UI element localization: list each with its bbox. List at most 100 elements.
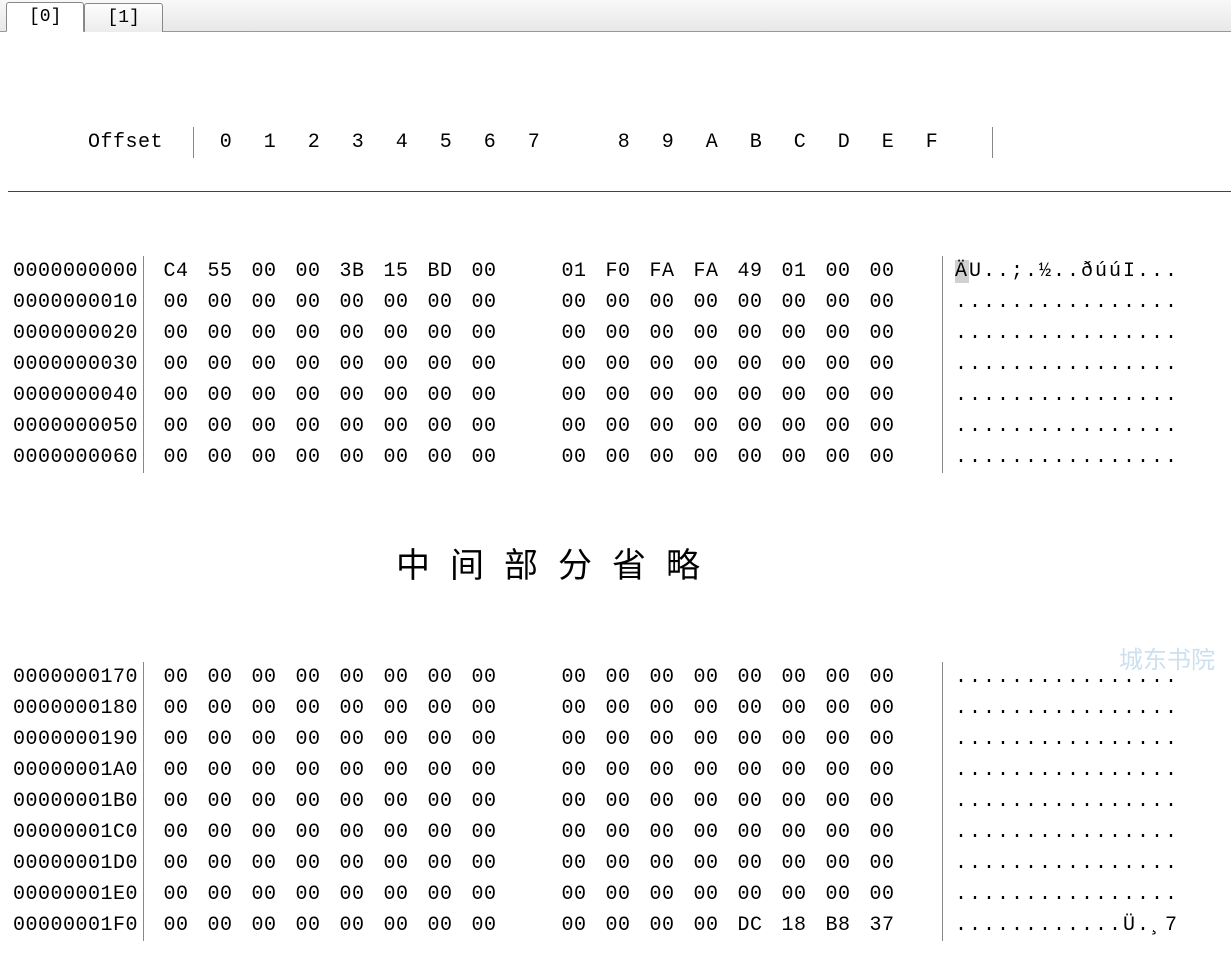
hex-byte[interactable]: 00 (816, 442, 860, 473)
hex-byte[interactable]: 00 (330, 817, 374, 848)
hex-byte[interactable]: 55 (198, 256, 242, 287)
hex-byte[interactable]: 00 (198, 318, 242, 349)
hex-byte[interactable]: 00 (860, 693, 904, 724)
hex-byte[interactable]: 00 (286, 693, 330, 724)
hex-byte[interactable]: 00 (640, 662, 684, 693)
hex-byte[interactable]: 00 (418, 349, 462, 380)
hex-byte[interactable]: 00 (154, 287, 198, 318)
hex-byte[interactable]: 00 (552, 442, 596, 473)
hex-byte[interactable]: FA (640, 256, 684, 287)
hex-byte[interactable]: 00 (640, 848, 684, 879)
hex-byte[interactable]: 00 (640, 411, 684, 442)
ascii-value[interactable]: ................ (943, 786, 1179, 817)
hex-byte[interactable]: 00 (596, 910, 640, 941)
hex-byte[interactable]: 00 (860, 662, 904, 693)
hex-byte[interactable]: 00 (596, 662, 640, 693)
hex-byte[interactable]: 00 (286, 349, 330, 380)
hex-byte[interactable]: 00 (684, 411, 728, 442)
hex-byte[interactable]: 00 (418, 755, 462, 786)
hex-byte[interactable]: 00 (640, 755, 684, 786)
hex-byte[interactable]: 00 (816, 879, 860, 910)
hex-byte[interactable]: 00 (552, 318, 596, 349)
hex-byte[interactable]: 18 (772, 910, 816, 941)
hex-byte[interactable]: 00 (552, 910, 596, 941)
hex-byte[interactable]: 00 (198, 786, 242, 817)
hex-byte[interactable]: 00 (772, 662, 816, 693)
hex-byte[interactable]: 00 (242, 411, 286, 442)
hex-byte[interactable]: 00 (640, 442, 684, 473)
hex-byte[interactable]: 00 (154, 817, 198, 848)
hex-byte[interactable]: 00 (418, 848, 462, 879)
hex-byte[interactable]: 00 (816, 755, 860, 786)
ascii-value[interactable]: ................ (943, 411, 1179, 442)
hex-byte[interactable]: 00 (640, 724, 684, 755)
hex-byte[interactable]: F0 (596, 256, 640, 287)
hex-byte[interactable]: 00 (860, 817, 904, 848)
hex-byte[interactable]: 00 (772, 848, 816, 879)
hex-byte[interactable]: 00 (772, 724, 816, 755)
hex-byte[interactable]: 00 (374, 662, 418, 693)
hex-byte[interactable]: 00 (330, 879, 374, 910)
hex-byte[interactable]: 00 (640, 349, 684, 380)
hex-byte[interactable]: 00 (772, 786, 816, 817)
hex-byte[interactable]: 00 (242, 879, 286, 910)
hex-byte[interactable]: 00 (684, 755, 728, 786)
hex-byte[interactable]: 00 (462, 380, 506, 411)
hex-byte[interactable]: 00 (242, 349, 286, 380)
hex-byte[interactable]: 00 (552, 724, 596, 755)
tab-1[interactable]: [1] (84, 3, 162, 32)
hex-row[interactable]: 0000000170000000000000000000000000000000… (8, 662, 1231, 693)
ascii-value[interactable]: ................ (943, 287, 1179, 318)
hex-byte[interactable]: 00 (242, 755, 286, 786)
hex-byte[interactable]: 00 (596, 724, 640, 755)
ascii-highlight[interactable]: Ä (955, 260, 969, 283)
hex-byte[interactable]: 00 (552, 662, 596, 693)
hex-byte[interactable]: 00 (728, 817, 772, 848)
hex-byte[interactable]: 00 (684, 318, 728, 349)
hex-byte[interactable]: 00 (552, 879, 596, 910)
hex-byte[interactable]: 00 (330, 910, 374, 941)
hex-byte[interactable]: 3B (330, 256, 374, 287)
hex-byte[interactable]: 00 (596, 380, 640, 411)
hex-byte[interactable]: 00 (640, 786, 684, 817)
hex-byte[interactable]: 00 (286, 724, 330, 755)
hex-byte[interactable]: 00 (330, 380, 374, 411)
hex-byte[interactable]: 00 (198, 848, 242, 879)
hex-byte[interactable]: 00 (418, 318, 462, 349)
hex-byte[interactable]: 00 (374, 848, 418, 879)
hex-byte[interactable]: 00 (552, 817, 596, 848)
hex-byte[interactable]: 00 (816, 724, 860, 755)
hex-byte[interactable]: 00 (462, 349, 506, 380)
hex-byte[interactable]: 00 (640, 693, 684, 724)
hex-byte[interactable]: 00 (860, 411, 904, 442)
hex-byte[interactable]: 00 (684, 910, 728, 941)
hex-byte[interactable]: 00 (154, 910, 198, 941)
hex-byte[interactable]: 00 (374, 817, 418, 848)
hex-byte[interactable]: 00 (462, 287, 506, 318)
ascii-value[interactable]: ................ (943, 817, 1179, 848)
hex-byte[interactable]: 00 (242, 442, 286, 473)
hex-byte[interactable]: 00 (462, 411, 506, 442)
hex-bytes[interactable]: 00000000000000000000000000000000 (143, 879, 943, 910)
ascii-value[interactable]: ÄU..;.½..ðúúI... (943, 256, 1179, 287)
hex-byte[interactable]: 00 (330, 349, 374, 380)
hex-byte[interactable]: 01 (772, 256, 816, 287)
hex-byte[interactable]: 00 (286, 287, 330, 318)
hex-byte[interactable]: 00 (154, 349, 198, 380)
hex-byte[interactable]: 00 (286, 817, 330, 848)
hex-byte[interactable]: 00 (462, 848, 506, 879)
hex-byte[interactable]: 00 (860, 349, 904, 380)
hex-row[interactable]: 00000001B0000000000000000000000000000000… (8, 786, 1231, 817)
hex-byte[interactable]: 00 (684, 380, 728, 411)
hex-row[interactable]: 0000000180000000000000000000000000000000… (8, 693, 1231, 724)
hex-row[interactable]: 00000001C0000000000000000000000000000000… (8, 817, 1231, 848)
hex-byte[interactable]: 00 (640, 380, 684, 411)
hex-byte[interactable]: 00 (772, 879, 816, 910)
hex-byte[interactable]: 00 (330, 848, 374, 879)
hex-byte[interactable]: 00 (640, 817, 684, 848)
hex-byte[interactable]: 00 (154, 442, 198, 473)
hex-byte[interactable]: 00 (816, 318, 860, 349)
hex-byte[interactable]: 00 (330, 411, 374, 442)
hex-byte[interactable]: 00 (286, 662, 330, 693)
hex-byte[interactable]: 37 (860, 910, 904, 941)
